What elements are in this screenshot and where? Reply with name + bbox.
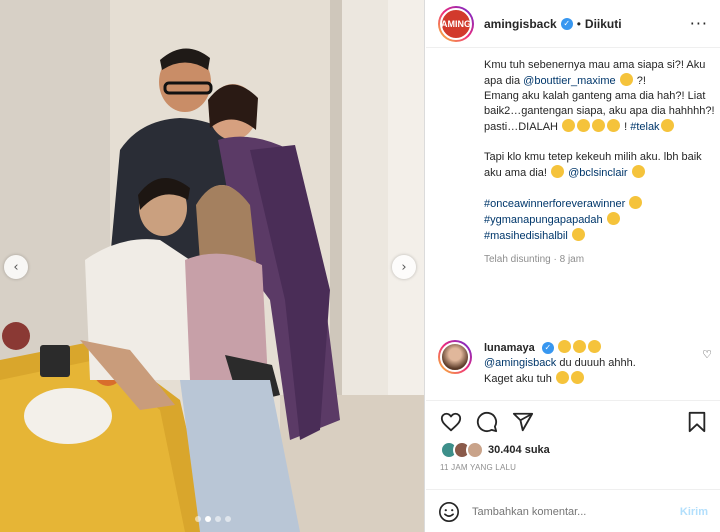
post-photo[interactable]: ‹ › xyxy=(0,0,425,532)
post-timestamp: 11 JAM YANG LALU xyxy=(440,463,517,472)
emoji-icon xyxy=(631,165,645,178)
post-actions: 30.404 suka 11 JAM YANG LALU Kirim xyxy=(426,400,720,532)
likes-summary[interactable]: 30.404 suka xyxy=(440,441,550,459)
caption-hashtag[interactable]: #masihedisihalbil xyxy=(484,230,568,242)
emoji-icon xyxy=(571,228,585,241)
chevron-left-icon[interactable]: ‹ xyxy=(4,255,28,279)
carousel-dot xyxy=(224,516,231,522)
caption-text: ?! xyxy=(633,75,646,87)
share-icon[interactable] xyxy=(512,411,534,433)
caption-hashtag[interactable]: #onceawinnerforeverawinner xyxy=(484,198,625,210)
emoji-icon xyxy=(619,73,633,86)
post-comment-button[interactable]: Kirim xyxy=(680,506,708,518)
post-details-panel: AMING amingisback ✓ • Diikuti ··· Kmu tu… xyxy=(426,0,720,532)
carousel-dot xyxy=(194,516,201,522)
comment-input[interactable] xyxy=(472,505,680,518)
comment-body: lunamaya ✓ @amingisback du duuuh ahhh. K… xyxy=(484,340,700,387)
verified-icon: ✓ xyxy=(560,17,573,30)
caption-paragraph: Tapi klo kmu tetep kekeuh milih aku. lbh… xyxy=(484,150,716,181)
add-comment-bar: Kirim xyxy=(426,489,720,532)
emoji-icon xyxy=(572,340,586,353)
action-icons xyxy=(440,411,534,433)
verified-icon: ✓ xyxy=(541,342,554,355)
caption-hashtag[interactable]: #telak xyxy=(630,121,659,133)
likes-count: 30.404 suka xyxy=(488,444,550,456)
emoji-icon xyxy=(577,119,591,132)
emoji-icon xyxy=(587,340,601,353)
emoji-icon xyxy=(551,165,565,178)
caption-mention[interactable]: @bouttier_maxime xyxy=(523,75,615,87)
heart-icon[interactable] xyxy=(440,411,462,433)
comment-text: du duuuh ahhh. xyxy=(556,357,636,369)
liker-avatar xyxy=(466,441,484,459)
comment-mention[interactable]: @amingisback xyxy=(484,357,556,369)
chevron-right-icon[interactable]: › xyxy=(392,255,416,279)
emoji-icon xyxy=(562,119,576,132)
group-photo-image xyxy=(0,0,424,532)
comment-text: Kaget aku tuh xyxy=(484,373,555,385)
commenter-avatar[interactable] xyxy=(438,340,472,374)
post-caption: Kmu tuh sebenernya mau ama siapa si?! Ak… xyxy=(484,58,716,267)
author-username[interactable]: amingisback xyxy=(484,17,557,31)
caption-mention[interactable]: @bclsinclair xyxy=(568,167,627,179)
caption-hashtags: #onceawinnerforeverawinner #ygmanapungap… xyxy=(484,196,716,244)
carousel-dots xyxy=(0,516,424,522)
avatar-label: AMING xyxy=(441,18,471,29)
more-options-icon[interactable]: ··· xyxy=(690,14,708,33)
edited-label: Telah disunting · 8 jam xyxy=(484,254,585,265)
emoji-icon xyxy=(557,340,571,353)
caption-hashtag[interactable]: #ygmanapungapapadah xyxy=(484,214,603,226)
emoji-icon xyxy=(592,119,606,132)
caption-paragraph: Kmu tuh sebenernya mau ama siapa si?! Ak… xyxy=(484,58,716,135)
emoji-icon xyxy=(629,196,643,209)
commenter-username[interactable]: lunamaya xyxy=(484,342,535,354)
carousel-dot-active xyxy=(204,516,211,522)
carousel-dot xyxy=(214,516,221,522)
emoji-icon xyxy=(606,212,620,225)
caption-text: ! xyxy=(621,121,631,133)
emoji-icon xyxy=(570,371,584,384)
post-header: AMING amingisback ✓ • Diikuti ··· xyxy=(426,0,720,48)
header-separator: • xyxy=(576,16,581,31)
emoji-icon[interactable] xyxy=(438,501,460,523)
follow-status-button[interactable]: Diikuti xyxy=(585,17,622,31)
bookmark-icon[interactable] xyxy=(686,411,708,433)
comment-like-heart-icon[interactable]: ♡ xyxy=(702,348,712,361)
emoji-icon xyxy=(660,119,674,132)
emoji-icon xyxy=(607,119,621,132)
emoji-icon xyxy=(555,371,569,384)
comment-item: lunamaya ✓ @amingisback du duuuh ahhh. K… xyxy=(438,340,716,387)
comment-icon[interactable] xyxy=(476,411,498,433)
author-avatar[interactable]: AMING xyxy=(438,5,474,42)
